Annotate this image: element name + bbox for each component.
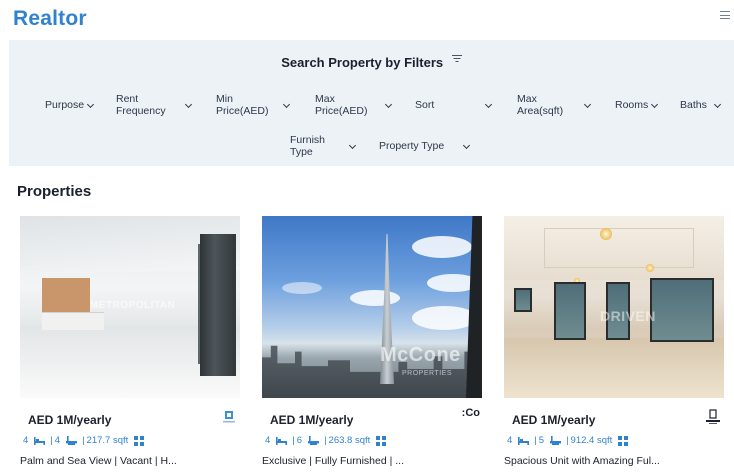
agency-logo-icon [706, 409, 720, 424]
rooms-count: 4 [265, 435, 271, 446]
bath-icon [550, 435, 562, 445]
property-card[interactable]: McCone PROPERTIES AED 1M/yearly :Co 4 | 6… [262, 216, 482, 467]
bed-icon [276, 436, 288, 445]
select-label: Min Price(AED) [216, 93, 269, 117]
baths-count: 4 [54, 435, 61, 446]
property-photo[interactable]: McCone PROPERTIES [262, 216, 482, 398]
chevron-down-icon [283, 102, 290, 109]
hamburger-icon[interactable] [720, 9, 730, 21]
filter-icon [451, 54, 462, 64]
chevron-down-icon [714, 102, 721, 109]
rent-frequency-select[interactable]: Rent Frequency [106, 91, 201, 119]
filters-panel: Search Property by Filters Purpose Rent … [9, 40, 734, 166]
photo-watermark-sub: PROPERTIES [402, 370, 452, 377]
photo-watermark: McCone [380, 344, 461, 366]
property-title[interactable]: Palm and Sea View | Vacant | H... [20, 455, 177, 467]
max-area-select[interactable]: Max Area(sqft) [507, 91, 600, 119]
area-value: 912.4 sqft [570, 435, 613, 446]
property-price: AED 1M/yearly [270, 413, 354, 427]
grid-icon [376, 435, 387, 446]
property-price: AED 1M/yearly [28, 413, 112, 427]
chevron-down-icon [185, 102, 192, 109]
purpose-select[interactable]: Purpose [35, 91, 103, 119]
bed-icon [518, 436, 530, 445]
brand-logo[interactable]: Realtor [13, 7, 87, 31]
agency-mark: :Co [461, 407, 480, 419]
bath-icon [66, 435, 78, 445]
select-label: Max Price(AED) [315, 93, 368, 117]
property-price: AED 1M/yearly [512, 413, 596, 427]
property-photo[interactable]: DRIVEN [504, 216, 724, 398]
chevron-down-icon [385, 102, 391, 109]
grid-icon [618, 435, 629, 446]
bed-icon [34, 436, 46, 445]
rooms-select[interactable]: Rooms [605, 91, 667, 119]
area-value: 263.8 sqft [328, 435, 371, 446]
property-card[interactable]: DRIVEN AED 1M/yearly 4 | 5 | 912.4 sqft Sp… [504, 216, 724, 467]
filters-title: Search Property by Filters [281, 55, 444, 70]
property-title[interactable]: Exclusive | Fully Furnished | ... [262, 455, 404, 467]
chevron-down-icon [584, 102, 591, 109]
agency-logo-icon: :Co [458, 408, 480, 426]
select-label: Sort [415, 99, 435, 111]
property-card[interactable]: METROPOLITAN AED 1M/yearly 4 | 4 | 217.7 s… [20, 216, 240, 467]
photo-watermark: DRIVEN [600, 308, 656, 324]
area-value: 217.7 sqft [86, 435, 129, 446]
filters-toggle[interactable]: Search Property by Filters [9, 55, 734, 70]
rooms-count: 4 [507, 435, 513, 446]
chevron-down-icon [349, 143, 356, 150]
bath-icon [308, 435, 320, 445]
property-meta: 4 | 6 | 263.8 sqft [265, 435, 391, 446]
properties-heading: Properties [17, 183, 92, 200]
select-label: Furnish Type [290, 134, 326, 158]
baths-select[interactable]: Baths [670, 91, 730, 119]
property-type-select[interactable]: Property Type [369, 132, 479, 160]
property-meta: 4 | 5 | 912.4 sqft [507, 435, 633, 446]
select-label: Purpose [45, 99, 85, 111]
select-label: Property Type [379, 140, 445, 152]
select-label: Rent Frequency [116, 93, 166, 117]
furnish-type-select[interactable]: Furnish Type [280, 132, 365, 160]
property-meta: 4 | 4 | 217.7 sqft [23, 435, 149, 446]
chevron-down-icon [87, 102, 94, 109]
min-price-select[interactable]: Min Price(AED) [206, 91, 299, 119]
agency-logo-icon [223, 411, 235, 423]
select-label: Baths [680, 99, 707, 111]
select-label: Max Area(sqft) [517, 93, 564, 117]
photo-watermark: METROPOLITAN [90, 300, 176, 311]
chevron-down-icon [485, 102, 492, 109]
sort-select[interactable]: Sort [405, 91, 501, 119]
property-title[interactable]: Spacious Unit with Amazing Ful... [504, 455, 660, 467]
rooms-count: 4 [23, 435, 29, 446]
top-bar: Realtor [0, 0, 734, 40]
max-price-select[interactable]: Max Price(AED) [305, 91, 400, 119]
baths-count: 5 [538, 435, 545, 446]
chevron-down-icon [651, 102, 658, 109]
baths-count: 6 [296, 435, 303, 446]
chevron-down-icon [463, 143, 470, 150]
select-label: Rooms [615, 99, 649, 111]
grid-icon [134, 435, 145, 446]
property-photo[interactable]: METROPOLITAN [20, 216, 240, 398]
